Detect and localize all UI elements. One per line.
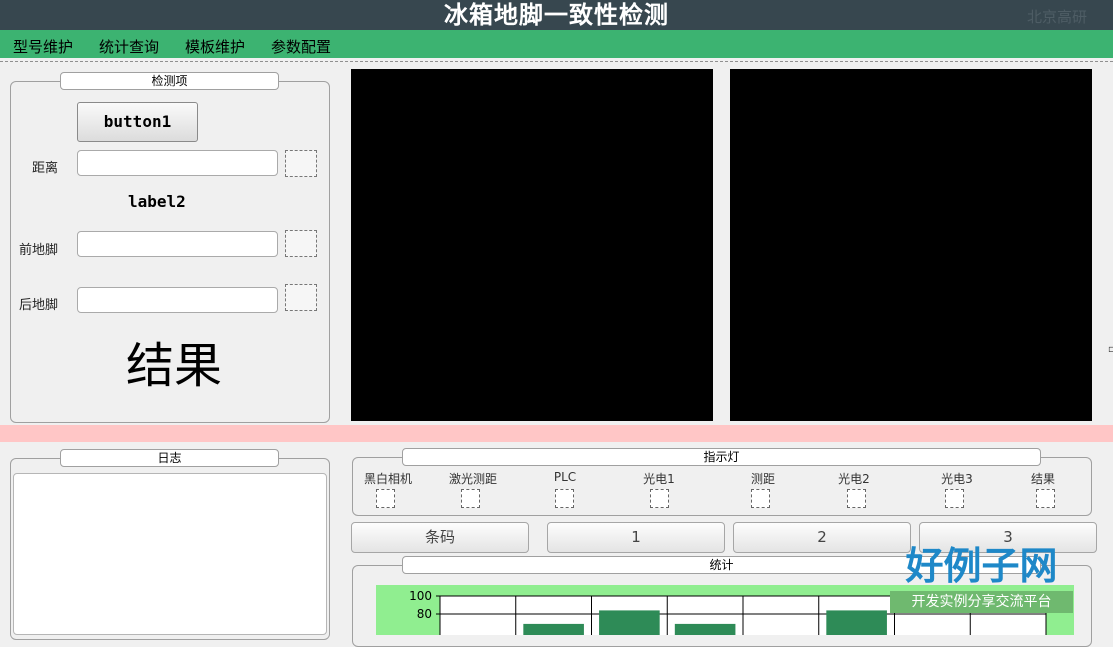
app-title: 冰箱地脚一致性检测 <box>444 1 669 29</box>
indicator-light-photoelectric-2 <box>847 489 866 508</box>
edge-marker: ▫ <box>1108 344 1113 355</box>
button-1[interactable]: 1 <box>547 522 725 553</box>
result-display: 结果 <box>126 338 223 394</box>
menu-item-template-maintenance[interactable]: 模板维护 <box>185 36 245 57</box>
indicator-light-laser-ranging <box>461 489 480 508</box>
log-textarea[interactable] <box>13 473 327 635</box>
rear-foot-status-box <box>285 284 317 311</box>
chart-y-tick-label: 80 <box>417 607 432 621</box>
indicator-label-laser-ranging: 激光测距 <box>448 472 497 486</box>
menu-bar: 型号维护 统计查询 模板维护 参数配置 <box>0 30 1113 58</box>
rear-foot-input[interactable] <box>77 287 278 313</box>
indicator-label-photoelectric-3: 光电3 <box>941 472 973 486</box>
menu-item-statistics-query[interactable]: 统计查询 <box>99 36 159 57</box>
button-2[interactable]: 2 <box>733 522 911 553</box>
button1[interactable]: button1 <box>77 102 198 142</box>
site-logo: 好例子网 开发实例分享交流平台 <box>890 543 1073 615</box>
camera-view-right <box>730 69 1092 421</box>
front-foot-status-box <box>285 230 317 257</box>
front-foot-label: 前地脚 <box>19 243 59 258</box>
detection-group-title: 检测项 <box>60 72 279 90</box>
chart-bar <box>523 623 584 635</box>
logo-sub-text: 开发实例分享交流平台 <box>890 591 1073 613</box>
indicator-label-photoelectric-2: 光电2 <box>838 472 870 486</box>
menu-item-parameter-config[interactable]: 参数配置 <box>271 36 331 57</box>
menu-divider <box>0 61 1113 62</box>
indicator-label-result: 结果 <box>1030 472 1055 486</box>
camera-view-left <box>351 69 713 421</box>
distance-input[interactable] <box>77 150 278 176</box>
indicator-light-photoelectric-3 <box>945 489 964 508</box>
chart-y-tick-label: 100 <box>409 589 432 603</box>
indicator-light-plc <box>555 489 574 508</box>
chart-bar <box>599 610 660 635</box>
indicator-label-photoelectric-1: 光电1 <box>643 472 675 486</box>
log-group-title: 日志 <box>60 449 279 467</box>
rear-foot-label: 后地脚 <box>19 298 59 313</box>
indicator-light-result <box>1036 489 1055 508</box>
indicator-label-plc: PLC <box>553 470 577 484</box>
indicator-light-photoelectric-1 <box>650 489 669 508</box>
indicator-light-ranging <box>751 489 770 508</box>
indicator-group-title: 指示灯 <box>402 448 1041 466</box>
front-foot-input[interactable] <box>77 231 278 257</box>
logo-main-text: 好例子网 <box>905 543 1058 588</box>
barcode-button[interactable]: 条码 <box>351 522 529 553</box>
section-divider-strip <box>0 425 1113 442</box>
title-right-text: 北京高研 <box>1026 8 1087 26</box>
title-bar: 冰箱地脚一致性检测 北京高研 <box>0 0 1113 30</box>
indicator-label-ranging: 测距 <box>750 472 775 486</box>
menu-item-model-maintenance[interactable]: 型号维护 <box>13 36 73 57</box>
chart-bar <box>826 610 887 635</box>
label2: label2 <box>128 192 186 211</box>
indicator-light-mono-camera <box>376 489 395 508</box>
distance-label: 距离 <box>32 161 59 176</box>
chart-bar <box>674 623 736 635</box>
distance-status-box <box>285 150 317 177</box>
indicator-label-mono-camera: 黑白相机 <box>363 472 412 486</box>
